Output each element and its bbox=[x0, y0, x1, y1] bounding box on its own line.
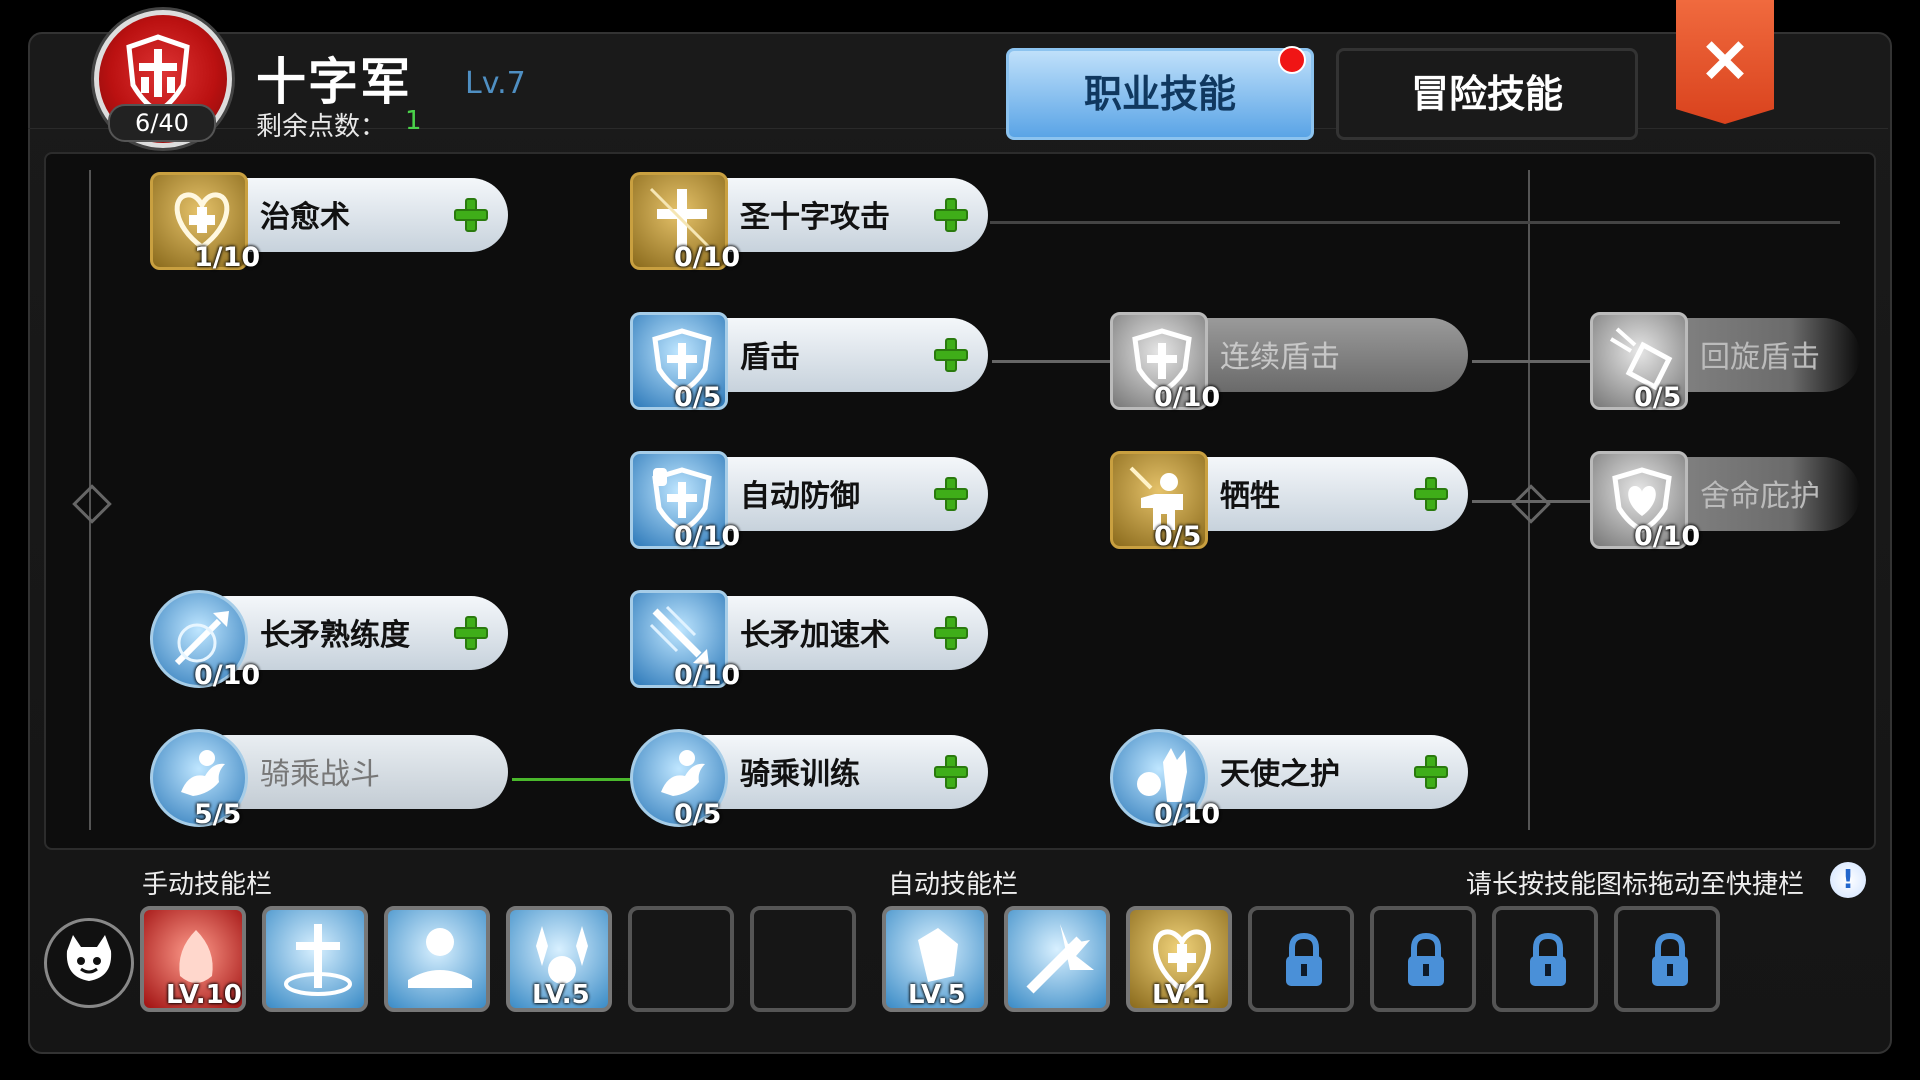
skill-level: 0/10 bbox=[674, 242, 741, 273]
slot-level: LV.5 bbox=[532, 980, 590, 1010]
lock-icon bbox=[1408, 932, 1444, 986]
close-button[interactable]: ✕ bbox=[1676, 0, 1774, 124]
skill-level: 5/5 bbox=[194, 799, 242, 830]
drag-hint: 请长按技能图标拖动至快捷栏 bbox=[1466, 870, 1805, 900]
add-point-button[interactable] bbox=[454, 616, 488, 650]
auto-slot-1[interactable]: LV.5 bbox=[882, 906, 988, 1012]
auto-skill-bar-label: 自动技能栏 bbox=[888, 870, 1019, 900]
add-point-button[interactable] bbox=[1414, 477, 1448, 511]
manual-slot-5[interactable] bbox=[628, 906, 734, 1012]
slot-level: LV.10 bbox=[166, 980, 242, 1010]
connector-combo-shield bbox=[1472, 360, 1592, 363]
remaining-points-label: 剩余点数： bbox=[256, 112, 387, 142]
skill-name: 连续盾击 bbox=[1220, 340, 1340, 375]
emblem-skill-count: 6/40 bbox=[108, 104, 216, 142]
lock-icon bbox=[1652, 932, 1688, 986]
manual-slot-2[interactable] bbox=[262, 906, 368, 1012]
skill-level: 0/10 bbox=[674, 660, 741, 691]
slot-level: LV.1 bbox=[1152, 980, 1210, 1010]
manual-slot-6[interactable] bbox=[750, 906, 856, 1012]
skill-name: 圣十字攻击 bbox=[740, 200, 890, 235]
cat-face-icon[interactable] bbox=[44, 918, 134, 1008]
skill-name: 舍命庇护 bbox=[1700, 479, 1820, 514]
skill-level: 1/10 bbox=[194, 242, 261, 273]
manual-slot-1[interactable]: LV.10 bbox=[140, 906, 246, 1012]
skill-level: 0/5 bbox=[1154, 521, 1202, 552]
locked-slot-4[interactable] bbox=[1614, 906, 1720, 1012]
skill-level: 0/5 bbox=[674, 382, 722, 413]
add-point-button[interactable] bbox=[934, 477, 968, 511]
skill-name: 牺牲 bbox=[1220, 479, 1280, 514]
remaining-points-value: 1 bbox=[405, 106, 422, 136]
skill-name: 回旋盾击 bbox=[1700, 340, 1820, 375]
skill-holy-cross[interactable]: 圣十字攻击 0/10 bbox=[630, 154, 990, 273]
lock-icon bbox=[1530, 932, 1566, 986]
skill-spin-shield[interactable]: 回旋盾击 0/5 bbox=[1590, 294, 1920, 413]
skill-angel-protect[interactable]: 天使之护 0/10 bbox=[1110, 711, 1470, 830]
skill-level: 0/5 bbox=[674, 799, 722, 830]
skill-level: 0/10 bbox=[1634, 521, 1701, 552]
skill-combo-shield[interactable]: 连续盾击 0/10 bbox=[1110, 294, 1470, 413]
add-point-button[interactable] bbox=[934, 755, 968, 789]
skill-name: 长矛熟练度 bbox=[260, 618, 410, 653]
skill-name: 长矛加速术 bbox=[740, 618, 890, 653]
manual-skill-bar-label: 手动技能栏 bbox=[142, 870, 273, 900]
add-point-button[interactable] bbox=[934, 616, 968, 650]
add-point-button[interactable] bbox=[934, 338, 968, 372]
tab-adventure-skills[interactable]: 冒险技能 bbox=[1336, 48, 1638, 140]
skill-level: 0/10 bbox=[1154, 382, 1221, 413]
manual-slot-4[interactable]: LV.5 bbox=[506, 906, 612, 1012]
skill-devotion[interactable]: 舍命庇护 0/10 bbox=[1590, 433, 1920, 552]
lock-icon bbox=[1286, 932, 1322, 986]
skill-name: 骑乘训练 bbox=[740, 757, 860, 792]
class-level: Lv.7 bbox=[465, 66, 526, 101]
skill-sacrifice[interactable]: 牺牲 0/5 bbox=[1110, 433, 1470, 552]
auto-slot-2[interactable] bbox=[1004, 906, 1110, 1012]
slot-level: LV.5 bbox=[908, 980, 966, 1010]
skill-cavalry-combat[interactable]: 骑乘战斗 5/5 bbox=[150, 711, 510, 830]
skill-cavalry-training[interactable]: 骑乘训练 0/5 bbox=[630, 711, 990, 830]
skill-heal[interactable]: 治愈术 1/10 bbox=[150, 154, 510, 273]
connector-holy-cross bbox=[990, 221, 1840, 224]
skill-name: 自动防御 bbox=[740, 479, 860, 514]
connector-cavalry bbox=[512, 778, 632, 781]
class-name: 十字军 bbox=[256, 53, 412, 111]
skill-auto-guard[interactable]: 自动防御 0/10 bbox=[630, 433, 990, 552]
skill-level: 0/10 bbox=[674, 521, 741, 552]
skill-level: 0/10 bbox=[1154, 799, 1221, 830]
skill-name: 盾击 bbox=[740, 340, 800, 375]
locked-slot-3[interactable] bbox=[1492, 906, 1598, 1012]
add-point-button[interactable] bbox=[1414, 755, 1448, 789]
notification-dot bbox=[1278, 46, 1306, 74]
skill-shield-bash[interactable]: 盾击 0/5 bbox=[630, 294, 990, 413]
manual-slot-3[interactable] bbox=[384, 906, 490, 1012]
locked-slot-1[interactable] bbox=[1248, 906, 1354, 1012]
add-point-button[interactable] bbox=[454, 198, 488, 232]
skill-name: 治愈术 bbox=[260, 200, 350, 235]
skill-name: 骑乘战斗 bbox=[260, 757, 380, 792]
skill-spear-mastery[interactable]: 长矛熟练度 0/10 bbox=[150, 572, 510, 691]
skill-level: 0/5 bbox=[1634, 382, 1682, 413]
info-icon[interactable]: ! bbox=[1830, 862, 1866, 898]
skill-level: 0/10 bbox=[194, 660, 261, 691]
skill-name: 天使之护 bbox=[1220, 757, 1340, 792]
locked-slot-2[interactable] bbox=[1370, 906, 1476, 1012]
tab-job-skills[interactable]: 职业技能 bbox=[1006, 48, 1314, 140]
connector-shield-bash bbox=[992, 360, 1112, 363]
connector-sacrifice bbox=[1472, 500, 1592, 503]
skill-spear-quicken[interactable]: 长矛加速术 0/10 bbox=[630, 572, 990, 691]
auto-slot-3[interactable]: LV.1 bbox=[1126, 906, 1232, 1012]
add-point-button[interactable] bbox=[934, 198, 968, 232]
